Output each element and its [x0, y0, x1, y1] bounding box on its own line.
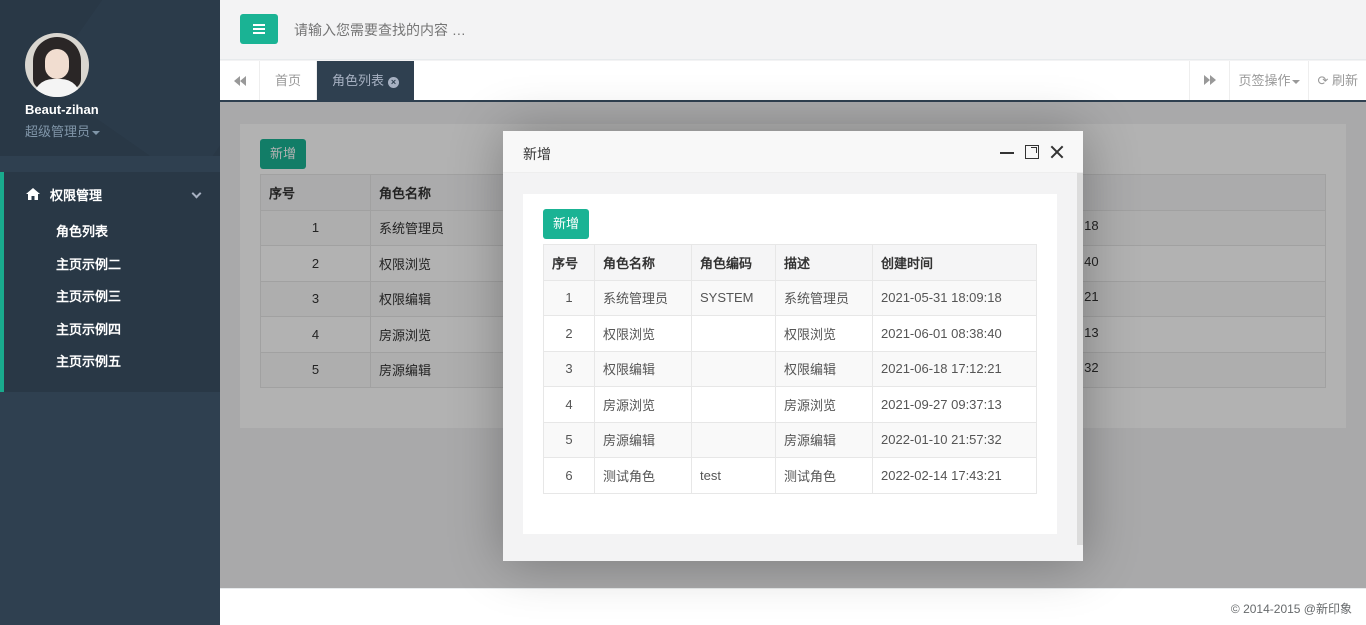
sidebar-item-demo-5[interactable]: 主页示例五: [4, 346, 220, 379]
tabs-scroll-right-button[interactable]: [1189, 61, 1229, 100]
table-row: 6 测试角色 test 测试角色 2022-02-14 17:43:21: [543, 457, 1037, 494]
sidebar-item-role-list[interactable]: 角色列表: [4, 216, 220, 249]
sidebar-item-demo-4[interactable]: 主页示例四: [4, 314, 220, 347]
footer: © 2014-2015 @新印象: [220, 588, 1366, 625]
tab-role-list[interactable]: 角色列表 ×: [317, 61, 415, 100]
avatar[interactable]: [25, 33, 89, 97]
minimize-icon[interactable]: [999, 144, 1015, 160]
close-icon[interactable]: [1049, 144, 1065, 160]
refresh-icon: ⟳: [1317, 73, 1329, 88]
tab-ops-label: 页签操作: [1238, 73, 1291, 88]
refresh-label: 刷新: [1331, 73, 1358, 88]
tabs-bar: 首页 角色列表 × 页签操作 ⟳ 刷新: [220, 61, 1366, 102]
tab-home[interactable]: 首页: [260, 61, 318, 100]
col-header: 角色编码: [691, 244, 776, 281]
nav-group-permissions: 权限管理 角色列表 主页示例二 主页示例三 主页示例四 主页示例五: [0, 172, 220, 392]
caret-down-icon: [92, 130, 101, 135]
home-icon: [26, 188, 40, 200]
chevron-down-icon: [191, 188, 202, 199]
maximize-icon[interactable]: [1025, 145, 1039, 159]
double-left-icon: [233, 75, 246, 86]
modal-header: 新增: [503, 131, 1083, 173]
tab-role-list-label: 角色列表: [332, 73, 385, 88]
user-name: Beaut-zihan: [25, 102, 99, 117]
modal-title: 新增: [523, 146, 551, 162]
menu-toggle-button[interactable]: [240, 14, 278, 44]
sidebar-item-demo-3[interactable]: 主页示例三: [4, 281, 220, 314]
top-bar: [220, 0, 1366, 60]
table-row: 1 系统管理员 SYSTEM 系统管理员 2021-05-31 18:09:18: [543, 279, 1037, 316]
table-row: 2 权限浏览 权限浏览 2021-06-01 08:38:40: [543, 315, 1037, 352]
sidebar-item-demo-2[interactable]: 主页示例二: [4, 249, 220, 282]
table-row: 5 房源编辑 房源编辑 2022-01-10 21:57:32: [543, 421, 1037, 458]
nav-group-header[interactable]: 权限管理: [4, 172, 220, 216]
table-row: 3 权限编辑 权限编辑 2021-06-18 17:12:21: [543, 350, 1037, 387]
profile-panel: Beaut-zihan 超级管理员: [0, 0, 220, 156]
col-header: 角色名称: [594, 244, 692, 281]
copyright-text: © 2014-2015 @新印象: [1230, 602, 1352, 616]
col-header: 描述: [775, 244, 873, 281]
refresh-button[interactable]: ⟳ 刷新: [1308, 61, 1366, 100]
col-header: 创建时间: [872, 244, 1037, 281]
sidebar: Beaut-zihan 超级管理员 权限管理 角色列表 主页示例二 主页示例三 …: [0, 0, 220, 625]
tab-ops-dropdown[interactable]: 页签操作: [1229, 61, 1308, 100]
caret-down-icon: [1292, 79, 1301, 84]
col-header: 序号: [543, 244, 595, 281]
nav-group-label: 权限管理: [50, 187, 103, 203]
search-input[interactable]: [294, 20, 694, 40]
add-modal: 新增 新增 序号 角色名称 角色编码 描述 创建时间 1 系统管理员 SYSTE…: [503, 131, 1083, 561]
table-row: 4 房源浏览 房源浏览 2021-09-27 09:37:13: [543, 386, 1037, 423]
tabs-scroll-left-button[interactable]: [220, 61, 260, 100]
modal-scrollbar[interactable]: [1077, 173, 1083, 545]
modal-add-button[interactable]: 新增: [543, 209, 589, 239]
tab-close-icon[interactable]: ×: [388, 77, 400, 88]
user-role-dropdown[interactable]: 超级管理员: [25, 121, 101, 140]
user-role-label: 超级管理员: [25, 124, 91, 139]
modal-role-table: 序号 角色名称 角色编码 描述 创建时间 1 系统管理员 SYSTEM 系统管理…: [543, 244, 1037, 494]
modal-body: 新增 序号 角色名称 角色编码 描述 创建时间 1 系统管理员 SYSTEM 系…: [523, 194, 1057, 534]
double-right-icon: [1203, 75, 1216, 85]
